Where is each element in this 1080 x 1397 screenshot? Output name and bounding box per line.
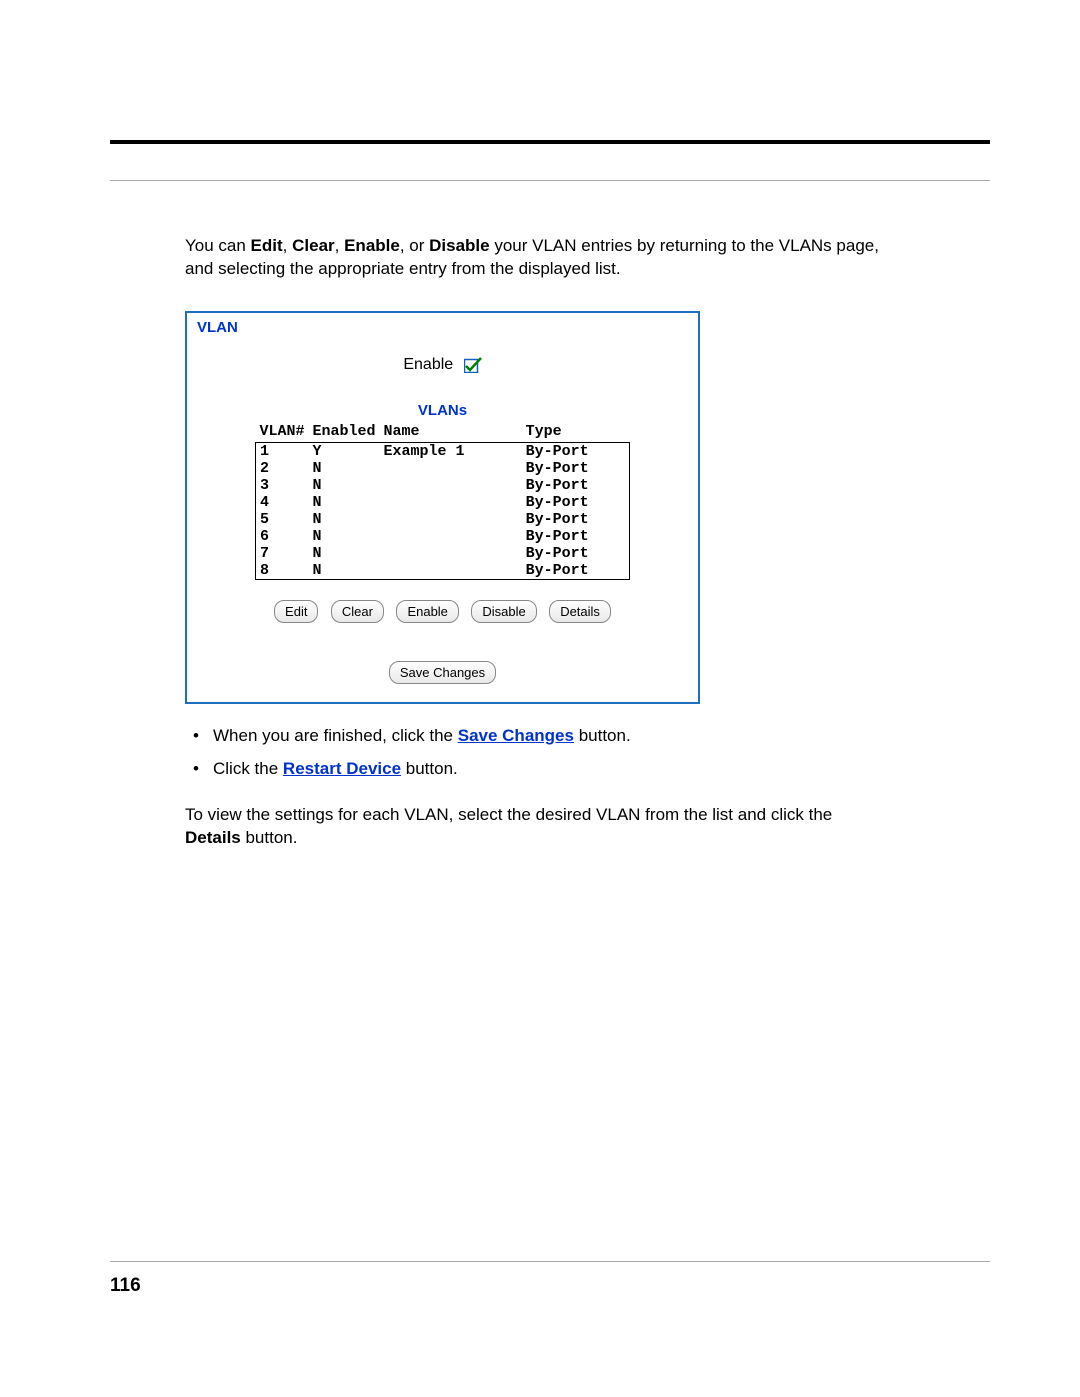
bullet1-post: button. — [574, 726, 631, 745]
table-row[interactable]: 5 N By-Port — [256, 511, 630, 528]
restart-device-link[interactable]: Restart Device — [283, 759, 401, 778]
cell-name: Example 1 — [380, 442, 506, 460]
cell-enabled: N — [309, 545, 380, 562]
cell-type: By-Port — [506, 511, 630, 528]
intro-sep2: , — [335, 236, 344, 255]
col-header-type: Type — [506, 423, 630, 443]
table-row[interactable]: 2 N By-Port — [256, 460, 630, 477]
cell-type: By-Port — [506, 494, 630, 511]
col-header-name: Name — [380, 423, 506, 443]
vlan-table-header-row: VLAN# Enabled Name Type — [256, 423, 630, 443]
cell-name — [380, 545, 506, 562]
col-header-vlan-num: VLAN# — [256, 423, 309, 443]
para2-line2: button. — [241, 828, 298, 847]
cell-vlan-num: 8 — [256, 562, 309, 580]
cell-enabled: N — [309, 562, 380, 580]
cell-type: By-Port — [506, 545, 630, 562]
cell-vlan-num: 5 — [256, 511, 309, 528]
bullet-list: When you are finished, click the Save Ch… — [185, 722, 885, 782]
cell-type: By-Port — [506, 528, 630, 545]
cell-name — [380, 528, 506, 545]
cell-vlan-num: 1 — [256, 442, 309, 460]
cell-type: By-Port — [506, 562, 630, 580]
cell-name — [380, 562, 506, 580]
bullet-item-2: Click the Restart Device button. — [185, 755, 885, 782]
clear-button[interactable]: Clear — [331, 600, 384, 623]
intro-sep3: , or — [400, 236, 429, 255]
intro-sep1: , — [283, 236, 292, 255]
para2-bold-details: Details — [185, 828, 241, 847]
cell-vlan-num: 4 — [256, 494, 309, 511]
col-header-enabled: Enabled — [309, 423, 380, 443]
cell-name — [380, 477, 506, 494]
top-rule — [110, 140, 990, 144]
para2-line1: To view the settings for each VLAN, sele… — [185, 805, 832, 824]
button-row-1: Edit Clear Enable Disable Details — [197, 600, 688, 623]
cell-vlan-num: 7 — [256, 545, 309, 562]
cell-enabled: N — [309, 460, 380, 477]
cell-type: By-Port — [506, 442, 630, 460]
enable-checkbox[interactable] — [464, 357, 482, 373]
intro-prefix: You can — [185, 236, 251, 255]
cell-name — [380, 511, 506, 528]
table-row[interactable]: 6 N By-Port — [256, 528, 630, 545]
details-button[interactable]: Details — [549, 600, 611, 623]
bullet2-post: button. — [401, 759, 458, 778]
enable-label: Enable — [403, 356, 453, 373]
cell-enabled: N — [309, 511, 380, 528]
vlan-panel: VLAN Enable VLANs VLAN# Enabled — [185, 311, 700, 704]
cell-type: By-Port — [506, 460, 630, 477]
table-row[interactable]: 3 N By-Port — [256, 477, 630, 494]
vlans-subheading: VLANs — [197, 402, 688, 419]
cell-enabled: N — [309, 494, 380, 511]
cell-name — [380, 460, 506, 477]
footer-rule — [110, 1261, 990, 1262]
intro-bold-disable: Disable — [429, 236, 489, 255]
cell-name — [380, 494, 506, 511]
page-number: 116 — [110, 1275, 141, 1297]
bullet1-pre: When you are finished, click the — [213, 726, 458, 745]
cell-vlan-num: 3 — [256, 477, 309, 494]
closing-paragraph: To view the settings for each VLAN, sele… — [185, 804, 885, 850]
vlan-table-wrap: VLAN# Enabled Name Type 1 Y Example 1 By… — [197, 423, 688, 580]
cell-type: By-Port — [506, 477, 630, 494]
cell-enabled: N — [309, 528, 380, 545]
cell-enabled: Y — [309, 442, 380, 460]
cell-enabled: N — [309, 477, 380, 494]
table-row[interactable]: 1 Y Example 1 By-Port — [256, 442, 630, 460]
secondary-rule — [110, 180, 990, 181]
content-area: You can Edit, Clear, Enable, or Disable … — [185, 235, 885, 850]
intro-bold-clear: Clear — [292, 236, 335, 255]
intro-bold-enable: Enable — [344, 236, 400, 255]
vlan-table: VLAN# Enabled Name Type 1 Y Example 1 By… — [255, 423, 630, 580]
intro-paragraph: You can Edit, Clear, Enable, or Disable … — [185, 235, 885, 281]
save-changes-button[interactable]: Save Changes — [389, 661, 496, 684]
enable-row: Enable — [197, 356, 688, 374]
table-row[interactable]: 4 N By-Port — [256, 494, 630, 511]
disable-button[interactable]: Disable — [471, 600, 536, 623]
vlan-panel-title: VLAN — [197, 319, 688, 336]
table-row[interactable]: 8 N By-Port — [256, 562, 630, 580]
page: You can Edit, Clear, Enable, or Disable … — [0, 0, 1080, 1397]
enable-button[interactable]: Enable — [396, 600, 458, 623]
bullet-item-1: When you are finished, click the Save Ch… — [185, 722, 885, 749]
cell-vlan-num: 6 — [256, 528, 309, 545]
save-changes-link[interactable]: Save Changes — [458, 726, 574, 745]
table-row[interactable]: 7 N By-Port — [256, 545, 630, 562]
cell-vlan-num: 2 — [256, 460, 309, 477]
intro-bold-edit: Edit — [251, 236, 283, 255]
button-row-2: Save Changes — [197, 661, 688, 684]
edit-button[interactable]: Edit — [274, 600, 318, 623]
bullet2-pre: Click the — [213, 759, 283, 778]
